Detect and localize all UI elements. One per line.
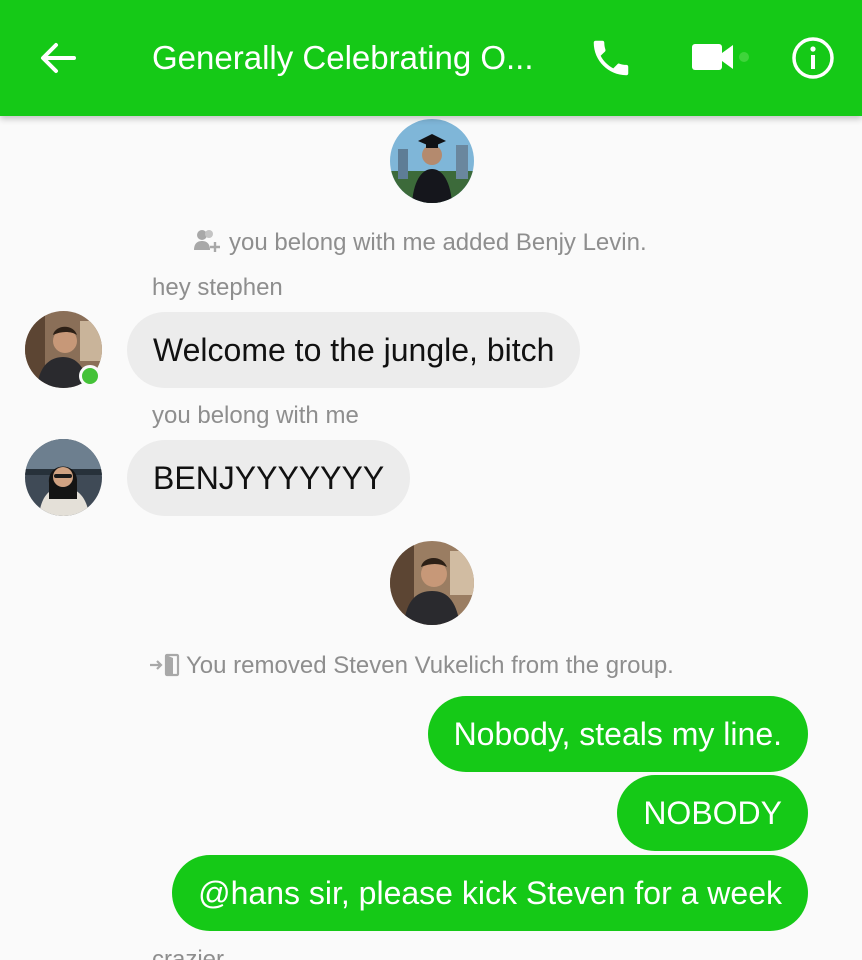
leave-door-icon	[148, 652, 186, 679]
removed-member-avatar[interactable]	[390, 541, 474, 625]
add-person-icon	[193, 229, 229, 256]
sender-name: you belong with me	[152, 402, 359, 429]
outgoing-message-bubble[interactable]: @hans sir, please kick Steven for a week	[172, 855, 808, 931]
system-message-text: You removed Steven Vukelich from the gro…	[186, 652, 674, 679]
new-member-avatar[interactable]	[390, 119, 474, 203]
conversation-header: Generally Celebrating O...	[0, 0, 862, 116]
info-icon[interactable]	[790, 35, 836, 81]
back-arrow-icon[interactable]	[36, 36, 80, 80]
sender-avatar[interactable]	[25, 439, 102, 516]
outgoing-message-bubble[interactable]: NOBODY	[617, 775, 808, 851]
sender-name: crazier	[152, 946, 225, 960]
sender-name: hey stephen	[152, 274, 283, 301]
incoming-message-bubble[interactable]: Welcome to the jungle, bitch	[127, 312, 581, 388]
outgoing-message-bubble[interactable]: Nobody, steals my line.	[427, 696, 808, 772]
system-message-text: you belong with me added Benjy Levin.	[229, 229, 647, 256]
phone-icon[interactable]	[588, 35, 634, 81]
online-status-dot	[79, 365, 101, 387]
system-message-removed: You removed Steven Vukelich from the gro…	[148, 650, 674, 682]
system-message-added: you belong with me added Benjy Levin.	[193, 227, 647, 259]
incoming-message-bubble[interactable]: BENJYYYYYYY	[127, 440, 411, 516]
conversation-title[interactable]: Generally Celebrating O...	[152, 36, 532, 80]
video-camera-icon[interactable]	[690, 38, 752, 78]
